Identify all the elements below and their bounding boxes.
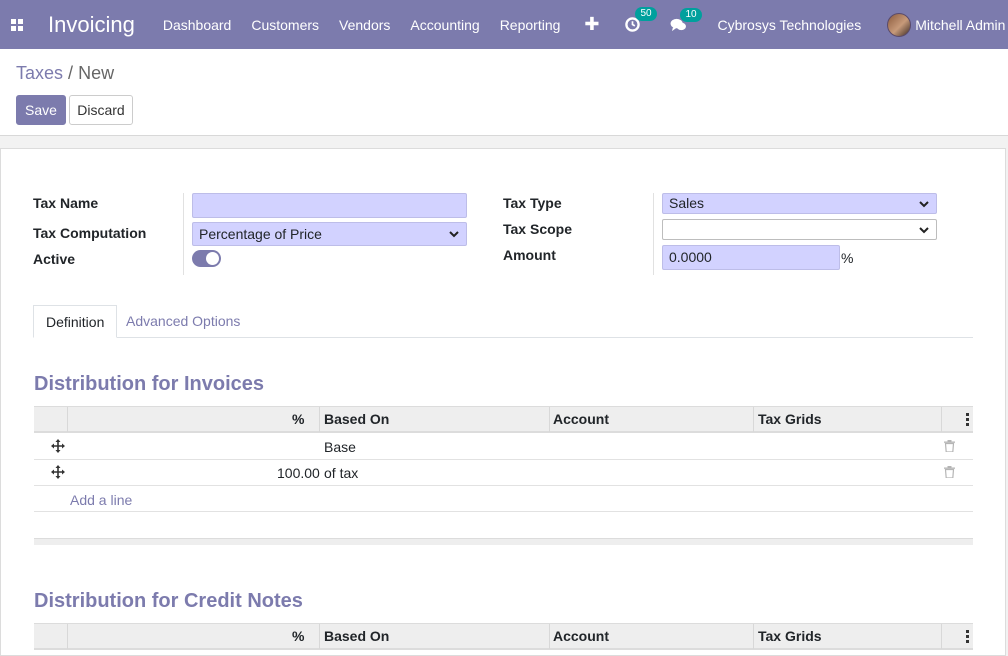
menu-reporting[interactable]: Reporting xyxy=(500,17,561,33)
col-based-on[interactable]: Based On xyxy=(324,628,389,644)
drag-handle-icon[interactable] xyxy=(51,439,65,453)
col-percent[interactable]: % xyxy=(292,411,304,427)
tax-scope-label: Tax Scope xyxy=(503,221,572,237)
cell-percent: 100.00 xyxy=(277,465,320,481)
col-based-on[interactable]: Based On xyxy=(324,411,389,427)
tax-name-label: Tax Name xyxy=(33,195,99,211)
credit-notes-section-title: Distribution for Credit Notes xyxy=(34,590,303,612)
drag-handle-icon[interactable] xyxy=(51,465,65,479)
cell-based-on: Base xyxy=(324,439,356,455)
invoices-table-header: % Based On Account Tax Grids xyxy=(34,406,973,433)
breadcrumb: Taxes / New xyxy=(16,63,114,84)
active-label: Active xyxy=(33,251,76,267)
trash-icon[interactable] xyxy=(944,466,955,478)
column-divider xyxy=(319,624,320,649)
chevron-down-icon xyxy=(919,201,929,208)
add-line-link[interactable]: Add a line xyxy=(70,492,132,508)
column-divider xyxy=(753,624,754,649)
col-tax-grids[interactable]: Tax Grids xyxy=(758,411,822,427)
left-group-divider xyxy=(183,193,184,275)
company-switcher[interactable]: Cybrosys Technologies xyxy=(717,17,861,33)
column-divider xyxy=(67,624,68,649)
trash-icon[interactable] xyxy=(944,440,955,452)
right-group-divider xyxy=(653,193,654,275)
menu-accounting[interactable]: Accounting xyxy=(410,17,479,33)
column-divider xyxy=(319,407,320,432)
tax-computation-label: Tax Computation xyxy=(33,225,147,241)
breadcrumb-taxes[interactable]: Taxes xyxy=(16,63,63,83)
cell-based-on: of tax xyxy=(324,465,359,481)
column-divider xyxy=(549,624,550,649)
top-navbar: Invoicing Dashboard Customers Vendors Ac… xyxy=(0,0,1008,49)
user-menu[interactable]: Mitchell Admin xyxy=(915,17,1005,33)
column-divider xyxy=(941,407,942,432)
active-toggle[interactable] xyxy=(192,250,221,267)
credit-notes-table-header: % Based On Account Tax Grids xyxy=(34,623,973,650)
column-divider xyxy=(549,407,550,432)
col-tax-grids[interactable]: Tax Grids xyxy=(758,628,822,644)
plus-icon[interactable]: ✚ xyxy=(584,14,599,35)
col-percent[interactable]: % xyxy=(292,628,304,644)
col-account[interactable]: Account xyxy=(553,628,609,644)
apps-menu-icon[interactable] xyxy=(0,0,33,49)
tax-computation-select[interactable]: Percentage of Price xyxy=(192,222,467,246)
messages-count-badge: 10 xyxy=(680,7,702,22)
chevron-down-icon xyxy=(919,227,929,234)
discard-button[interactable]: Discard xyxy=(69,95,133,125)
activity-clock-icon[interactable]: 50 xyxy=(625,7,657,32)
menu-vendors[interactable]: Vendors xyxy=(339,17,390,33)
messages-chat-icon[interactable]: 10 xyxy=(670,7,702,32)
tax-scope-select[interactable] xyxy=(662,219,937,240)
breadcrumb-current: New xyxy=(78,63,115,83)
tax-name-input[interactable] xyxy=(192,193,467,218)
tax-computation-value: Percentage of Price xyxy=(199,226,322,242)
tax-type-value: Sales xyxy=(669,195,705,211)
menu-customers[interactable]: Customers xyxy=(251,17,319,33)
toggle-knob xyxy=(206,252,219,265)
amount-label: Amount xyxy=(503,247,556,263)
optional-columns-icon[interactable] xyxy=(966,413,969,428)
column-divider xyxy=(941,624,942,649)
app-title[interactable]: Invoicing xyxy=(48,12,135,38)
tab-definition[interactable]: Definition xyxy=(33,305,118,338)
save-button[interactable]: Save xyxy=(16,95,66,125)
user-avatar[interactable] xyxy=(887,12,912,37)
table-row[interactable]: Base xyxy=(34,434,973,460)
amount-input[interactable]: 0.0000 xyxy=(662,245,840,270)
tax-type-label: Tax Type xyxy=(503,195,562,211)
optional-columns-icon[interactable] xyxy=(966,630,969,645)
menu-dashboard[interactable]: Dashboard xyxy=(163,17,232,33)
add-line-row xyxy=(34,486,973,512)
amount-unit: % xyxy=(841,250,854,266)
column-divider xyxy=(67,407,68,432)
tax-type-select[interactable]: Sales xyxy=(662,193,937,214)
chevron-down-icon xyxy=(449,231,459,238)
invoices-section-title: Distribution for Invoices xyxy=(34,373,265,395)
systray: 50 10 Cybrosys Technologies Mitchell Adm… xyxy=(625,7,1005,37)
col-account[interactable]: Account xyxy=(553,411,609,427)
activity-count-badge: 50 xyxy=(635,7,657,21)
invoices-table-footer xyxy=(34,538,973,545)
tab-advanced-options[interactable]: Advanced Options xyxy=(114,305,252,338)
table-row[interactable]: 100.00 of tax xyxy=(34,460,973,486)
main-menu: Dashboard Customers Vendors Accounting R… xyxy=(163,17,581,33)
breadcrumb-separator: / xyxy=(68,63,74,83)
column-divider xyxy=(753,407,754,432)
